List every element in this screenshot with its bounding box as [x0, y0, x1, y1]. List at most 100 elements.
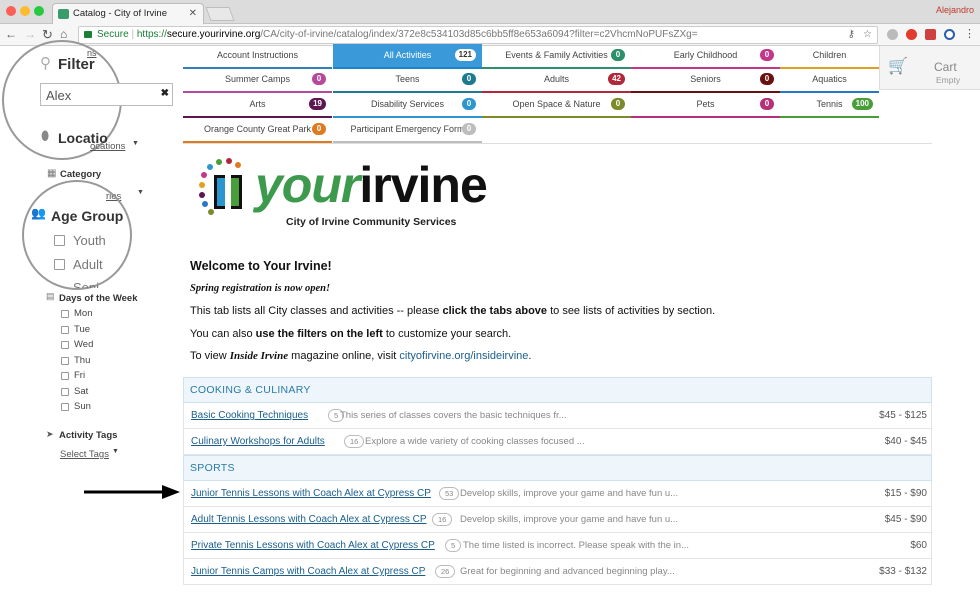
magazine-link[interactable]: cityofirvine.org/insideirvine [399, 350, 528, 362]
activity-link[interactable]: Private Tennis Lessons with Coach Alex a… [191, 533, 435, 558]
maximize-window-button[interactable] [34, 6, 44, 16]
url-scheme: https:// [136, 29, 167, 40]
day-checkbox-sat[interactable] [61, 387, 69, 396]
new-tab-button[interactable] [205, 7, 235, 21]
tab-aquatics[interactable]: Aquatics [780, 68, 879, 93]
tab-count-badge: 0 [312, 123, 326, 135]
profile-name[interactable]: Alejandro [936, 5, 974, 15]
location-pin-icon: ⬮ [41, 128, 50, 143]
spring-notice: Spring registration is now open! [190, 283, 331, 294]
cart-label: Cart [934, 60, 957, 74]
tab-children[interactable]: Children [780, 44, 879, 69]
tab-count-badge: 42 [608, 73, 625, 85]
home-icon[interactable]: ⌂ [60, 27, 67, 41]
activity-link[interactable]: Culinary Workshops for Adults [191, 429, 325, 454]
tab-tennis[interactable]: Tennis 100 [780, 93, 879, 118]
tab-arts[interactable]: Arts 19 [183, 93, 332, 118]
activity-link[interactable]: Junior Tennis Lessons with Coach Alex at… [191, 481, 431, 506]
age-youth-label: Youth [73, 233, 106, 248]
url-path: /CA/city-of-irvine/catalog/index/372e8c5… [260, 29, 698, 40]
tab-disability-services[interactable]: Disability Services 0 [333, 93, 482, 118]
tab-orange-county-great-park[interactable]: Orange County Great Park 0 [183, 118, 332, 143]
p3-text: To view [190, 350, 230, 362]
tab-label: Children [812, 50, 847, 60]
activity-price: $60 [910, 540, 927, 551]
session-count-badge: 53 [439, 487, 460, 500]
day-checkbox-wed[interactable] [61, 341, 69, 349]
tab-teens[interactable]: Teens 0 [333, 68, 482, 93]
people-icon: 👥 [31, 206, 46, 220]
tab-count-badge: 0 [462, 73, 476, 85]
chevron-down-icon: ▼ [112, 448, 119, 455]
cart-widget[interactable]: 🛒 Cart Empty [879, 46, 980, 90]
session-count-badge: 26 [435, 565, 456, 578]
clear-search-icon[interactable]: ✖ [161, 88, 169, 99]
tab-label: Aquatics [812, 74, 847, 84]
age-adult-checkbox[interactable] [54, 259, 65, 270]
activity-row: Adult Tennis Lessons with Coach Alex at … [183, 507, 932, 533]
p2-bold: use the filters on the left [255, 328, 383, 340]
browser-tab[interactable]: Catalog - City of Irvine ✕ [52, 3, 204, 24]
age-senior-label: Seni [73, 280, 100, 288]
activity-link[interactable]: Junior Tennis Camps with Coach Alex at C… [191, 559, 425, 584]
cart-icon: 🛒 [888, 58, 908, 75]
logo-word-your: your [255, 157, 360, 213]
activity-row: Junior Tennis Camps with Coach Alex at C… [183, 559, 932, 585]
back-arrow-icon[interactable]: ← [5, 27, 17, 41]
tab-adults[interactable]: Adults 42 [482, 68, 631, 93]
day-checkbox-mon[interactable] [61, 310, 69, 318]
opera-extension-icon[interactable] [906, 29, 917, 40]
activity-price: $45 - $125 [879, 410, 927, 421]
tab-count-badge: 19 [309, 98, 326, 110]
tab-label: Adults [543, 74, 569, 84]
tab-account-instructions[interactable]: Account Instructions [183, 44, 332, 69]
tab-open-space-nature[interactable]: Open Space & Nature 0 [482, 93, 631, 118]
close-tab-icon[interactable]: ✕ [189, 4, 197, 24]
block-extension-icon[interactable] [944, 29, 955, 40]
close-window-button[interactable] [6, 6, 16, 16]
select-tags-link[interactable]: Select Tags [60, 449, 109, 460]
day-label: Wed [74, 339, 94, 350]
age-youth-checkbox[interactable] [54, 235, 65, 246]
logo-word-irvine: irvine [359, 157, 487, 213]
tab-underline [482, 116, 631, 118]
minimize-window-button[interactable] [20, 6, 30, 16]
tab-all-activities[interactable]: All Activities 121 [333, 44, 482, 69]
p1-text: This tab lists all City classes and acti… [190, 305, 443, 317]
activity-link[interactable]: Adult Tennis Lessons with Coach Alex at … [191, 507, 427, 532]
address-bar[interactable]: Secure | https://secure.yourirvine.org/C… [78, 26, 878, 44]
tab-summer-camps[interactable]: Summer Camps 0 [183, 68, 332, 93]
day-checkbox-fri[interactable] [61, 372, 69, 380]
section-header: COOKING & CULINARY [183, 377, 932, 403]
grid-icon: ▦ [47, 168, 57, 179]
days-title: Days of the Week [59, 293, 138, 304]
search-input[interactable]: Alex ✖ [40, 83, 173, 106]
fast-forward-extension-icon[interactable] [925, 29, 936, 40]
logo-wordmark: yourirvine [255, 157, 488, 213]
chevron-down-icon: ▼ [132, 140, 139, 147]
menu-icon[interactable]: ⋮ [964, 27, 975, 40]
tab-count-badge: 0 [760, 73, 774, 85]
tab-seniors[interactable]: Seniors 0 [631, 68, 780, 93]
tab-early-childhood[interactable]: Early Childhood 0 [631, 44, 780, 69]
select-locations-link[interactable]: ocations [90, 141, 125, 152]
tab-pets[interactable]: Pets 0 [631, 93, 780, 118]
chevron-down-icon: ▼ [137, 189, 144, 196]
tab-count-badge: 0 [312, 73, 326, 85]
day-checkbox-tue[interactable] [61, 325, 69, 334]
secure-label: Secure [97, 29, 129, 40]
tab-count-badge: 100 [851, 98, 873, 110]
day-checkbox-thu[interactable] [61, 356, 69, 365]
tab-events-family-activities[interactable]: Events & Family Activities 0 [482, 44, 631, 69]
extension-icon[interactable] [887, 29, 898, 40]
bookmark-star-icon[interactable]: ☆ [863, 27, 872, 43]
tab-label: Teens [395, 74, 420, 84]
activity-description: The time listed is incorrect. Please spe… [463, 540, 689, 551]
day-checkbox-sun[interactable] [61, 403, 69, 411]
key-icon[interactable]: ⚷ [848, 27, 855, 43]
category-title: Category [60, 169, 102, 180]
tab-participant-emergency-form[interactable]: Participant Emergency Form 0 [333, 118, 482, 143]
activity-link[interactable]: Basic Cooking Techniques [191, 403, 308, 428]
forward-arrow-icon[interactable]: → [24, 27, 36, 41]
age-senior-row[interactable]: Seni [54, 280, 114, 288]
